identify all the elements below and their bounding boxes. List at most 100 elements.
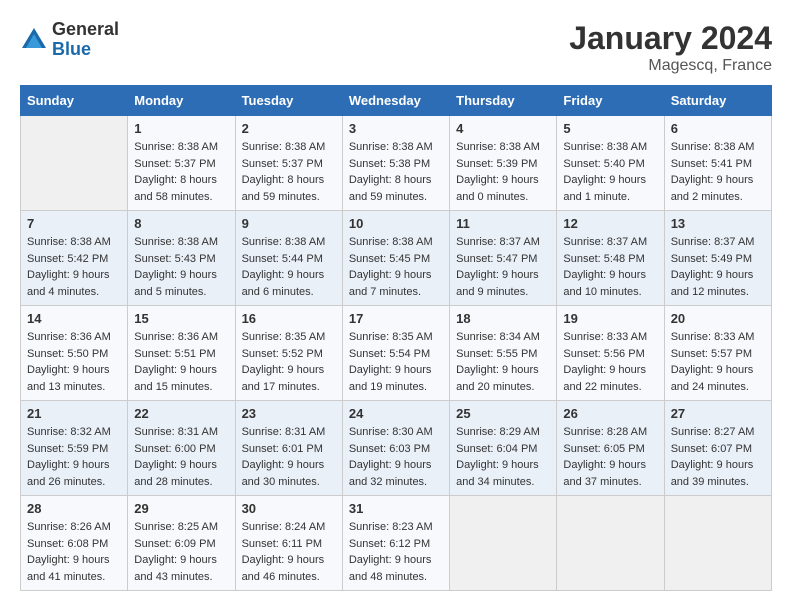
day-detail: Sunrise: 8:38 AM Sunset: 5:38 PM Dayligh… [349,139,443,205]
day-detail: Sunrise: 8:38 AM Sunset: 5:39 PM Dayligh… [456,139,550,205]
calendar-cell: 29 Sunrise: 8:25 AM Sunset: 6:09 PM Dayl… [128,496,235,591]
calendar-week-4: 21 Sunrise: 8:32 AM Sunset: 5:59 PM Dayl… [21,401,772,496]
day-number: 20 [671,311,765,326]
day-number: 30 [242,501,336,516]
day-number: 2 [242,121,336,136]
calendar-cell: 24 Sunrise: 8:30 AM Sunset: 6:03 PM Dayl… [342,401,449,496]
day-detail: Sunrise: 8:38 AM Sunset: 5:37 PM Dayligh… [242,139,336,205]
column-header-thursday: Thursday [450,86,557,116]
day-detail: Sunrise: 8:38 AM Sunset: 5:42 PM Dayligh… [27,234,121,300]
day-number: 10 [349,216,443,231]
calendar-cell: 16 Sunrise: 8:35 AM Sunset: 5:52 PM Dayl… [235,306,342,401]
day-detail: Sunrise: 8:30 AM Sunset: 6:03 PM Dayligh… [349,424,443,490]
calendar-cell: 14 Sunrise: 8:36 AM Sunset: 5:50 PM Dayl… [21,306,128,401]
day-number: 1 [134,121,228,136]
calendar-cell: 28 Sunrise: 8:26 AM Sunset: 6:08 PM Dayl… [21,496,128,591]
calendar-week-1: 1 Sunrise: 8:38 AM Sunset: 5:37 PM Dayli… [21,116,772,211]
day-number: 25 [456,406,550,421]
day-detail: Sunrise: 8:23 AM Sunset: 6:12 PM Dayligh… [349,519,443,585]
day-detail: Sunrise: 8:37 AM Sunset: 5:47 PM Dayligh… [456,234,550,300]
day-number: 9 [242,216,336,231]
day-number: 11 [456,216,550,231]
day-detail: Sunrise: 8:34 AM Sunset: 5:55 PM Dayligh… [456,329,550,395]
logo: General Blue [20,20,119,60]
calendar-cell: 18 Sunrise: 8:34 AM Sunset: 5:55 PM Dayl… [450,306,557,401]
day-detail: Sunrise: 8:35 AM Sunset: 5:54 PM Dayligh… [349,329,443,395]
day-detail: Sunrise: 8:38 AM Sunset: 5:45 PM Dayligh… [349,234,443,300]
day-detail: Sunrise: 8:25 AM Sunset: 6:09 PM Dayligh… [134,519,228,585]
day-detail: Sunrise: 8:36 AM Sunset: 5:50 PM Dayligh… [27,329,121,395]
calendar-cell: 20 Sunrise: 8:33 AM Sunset: 5:57 PM Dayl… [664,306,771,401]
day-detail: Sunrise: 8:24 AM Sunset: 6:11 PM Dayligh… [242,519,336,585]
calendar-cell: 7 Sunrise: 8:38 AM Sunset: 5:42 PM Dayli… [21,211,128,306]
calendar-cell: 13 Sunrise: 8:37 AM Sunset: 5:49 PM Dayl… [664,211,771,306]
calendar-cell: 5 Sunrise: 8:38 AM Sunset: 5:40 PM Dayli… [557,116,664,211]
day-number: 13 [671,216,765,231]
calendar-cell [664,496,771,591]
day-detail: Sunrise: 8:33 AM Sunset: 5:57 PM Dayligh… [671,329,765,395]
calendar-cell: 25 Sunrise: 8:29 AM Sunset: 6:04 PM Dayl… [450,401,557,496]
logo-text: General Blue [52,20,119,60]
day-number: 17 [349,311,443,326]
column-header-saturday: Saturday [664,86,771,116]
page-header: General Blue January 2024 Magescq, Franc… [20,20,772,75]
day-detail: Sunrise: 8:38 AM Sunset: 5:41 PM Dayligh… [671,139,765,205]
calendar-cell: 26 Sunrise: 8:28 AM Sunset: 6:05 PM Dayl… [557,401,664,496]
day-number: 7 [27,216,121,231]
day-detail: Sunrise: 8:38 AM Sunset: 5:43 PM Dayligh… [134,234,228,300]
day-number: 4 [456,121,550,136]
day-number: 16 [242,311,336,326]
logo-icon [20,26,48,54]
calendar-cell: 27 Sunrise: 8:27 AM Sunset: 6:07 PM Dayl… [664,401,771,496]
calendar-cell: 6 Sunrise: 8:38 AM Sunset: 5:41 PM Dayli… [664,116,771,211]
day-detail: Sunrise: 8:37 AM Sunset: 5:48 PM Dayligh… [563,234,657,300]
calendar-cell: 22 Sunrise: 8:31 AM Sunset: 6:00 PM Dayl… [128,401,235,496]
day-number: 28 [27,501,121,516]
day-detail: Sunrise: 8:35 AM Sunset: 5:52 PM Dayligh… [242,329,336,395]
calendar-cell: 21 Sunrise: 8:32 AM Sunset: 5:59 PM Dayl… [21,401,128,496]
day-number: 22 [134,406,228,421]
day-number: 8 [134,216,228,231]
day-number: 12 [563,216,657,231]
calendar-cell: 2 Sunrise: 8:38 AM Sunset: 5:37 PM Dayli… [235,116,342,211]
day-detail: Sunrise: 8:38 AM Sunset: 5:40 PM Dayligh… [563,139,657,205]
day-detail: Sunrise: 8:28 AM Sunset: 6:05 PM Dayligh… [563,424,657,490]
day-number: 19 [563,311,657,326]
title-block: January 2024 Magescq, France [569,20,772,75]
day-number: 6 [671,121,765,136]
calendar-cell: 3 Sunrise: 8:38 AM Sunset: 5:38 PM Dayli… [342,116,449,211]
day-detail: Sunrise: 8:36 AM Sunset: 5:51 PM Dayligh… [134,329,228,395]
column-header-sunday: Sunday [21,86,128,116]
day-detail: Sunrise: 8:31 AM Sunset: 6:00 PM Dayligh… [134,424,228,490]
month-year: January 2024 [569,20,772,57]
day-number: 3 [349,121,443,136]
day-number: 5 [563,121,657,136]
day-number: 23 [242,406,336,421]
calendar-cell: 11 Sunrise: 8:37 AM Sunset: 5:47 PM Dayl… [450,211,557,306]
calendar-cell: 1 Sunrise: 8:38 AM Sunset: 5:37 PM Dayli… [128,116,235,211]
calendar-week-3: 14 Sunrise: 8:36 AM Sunset: 5:50 PM Dayl… [21,306,772,401]
day-number: 26 [563,406,657,421]
calendar-cell: 23 Sunrise: 8:31 AM Sunset: 6:01 PM Dayl… [235,401,342,496]
calendar-cell: 15 Sunrise: 8:36 AM Sunset: 5:51 PM Dayl… [128,306,235,401]
calendar-table: SundayMondayTuesdayWednesdayThursdayFrid… [20,85,772,591]
day-number: 14 [27,311,121,326]
day-detail: Sunrise: 8:31 AM Sunset: 6:01 PM Dayligh… [242,424,336,490]
calendar-cell: 10 Sunrise: 8:38 AM Sunset: 5:45 PM Dayl… [342,211,449,306]
day-number: 31 [349,501,443,516]
day-detail: Sunrise: 8:27 AM Sunset: 6:07 PM Dayligh… [671,424,765,490]
day-number: 27 [671,406,765,421]
column-header-friday: Friday [557,86,664,116]
calendar-header-row: SundayMondayTuesdayWednesdayThursdayFrid… [21,86,772,116]
calendar-week-5: 28 Sunrise: 8:26 AM Sunset: 6:08 PM Dayl… [21,496,772,591]
logo-general: General [52,20,119,40]
calendar-cell: 30 Sunrise: 8:24 AM Sunset: 6:11 PM Dayl… [235,496,342,591]
calendar-cell [557,496,664,591]
logo-blue: Blue [52,40,119,60]
day-number: 21 [27,406,121,421]
day-number: 15 [134,311,228,326]
day-number: 29 [134,501,228,516]
calendar-cell: 4 Sunrise: 8:38 AM Sunset: 5:39 PM Dayli… [450,116,557,211]
day-detail: Sunrise: 8:38 AM Sunset: 5:37 PM Dayligh… [134,139,228,205]
calendar-cell: 31 Sunrise: 8:23 AM Sunset: 6:12 PM Dayl… [342,496,449,591]
